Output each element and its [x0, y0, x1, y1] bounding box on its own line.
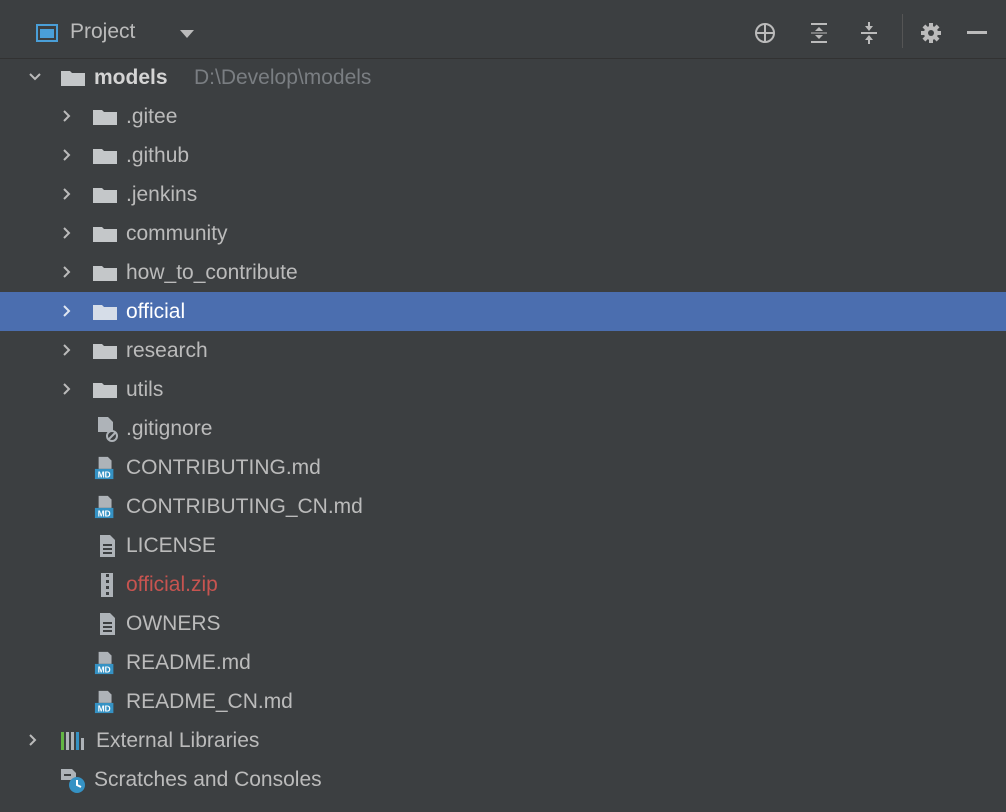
tree-item-label: OWNERS [126, 612, 221, 635]
tree-row-folder[interactable]: utils [0, 370, 1006, 409]
tree-item-label: .github [126, 144, 190, 167]
tree-item-label: research [126, 339, 208, 362]
chevron-down-icon[interactable] [28, 58, 42, 97]
folder-icon [93, 188, 117, 203]
folder-icon [93, 383, 117, 398]
tree-item-label: README_CN.md [126, 690, 293, 713]
folder-icon [93, 110, 117, 125]
tree-row-file[interactable]: .gitignore [0, 409, 1006, 448]
chevron-right-icon[interactable] [26, 721, 40, 760]
svg-text:MD: MD [98, 704, 111, 714]
folder-icon [93, 227, 117, 242]
text-file-icon [100, 535, 115, 557]
tree-row-root[interactable]: models D:\Develop\models [0, 58, 1006, 97]
text-file-icon [100, 613, 115, 635]
chevron-right-icon[interactable] [60, 253, 74, 292]
root-folder-name: models [94, 66, 168, 89]
tree-row-folder[interactable]: .gitee [0, 97, 1006, 136]
chevron-right-icon[interactable] [60, 175, 74, 214]
settings-button[interactable] [914, 16, 948, 50]
markdown-file-icon: MD [94, 495, 114, 519]
markdown-file-icon: MD [94, 651, 114, 675]
markdown-file-icon: MD [94, 456, 114, 480]
hide-button[interactable] [960, 16, 994, 50]
select-opened-file-button[interactable] [748, 16, 782, 50]
tree-item-label: .gitee [126, 105, 178, 128]
tree-row-file[interactable]: MD README.md [0, 643, 1006, 682]
tree-row-folder[interactable]: research [0, 331, 1006, 370]
tree-row-folder-selected[interactable]: official [0, 292, 1006, 331]
folder-icon [93, 305, 117, 320]
chevron-right-icon[interactable] [60, 370, 74, 409]
folder-icon [61, 71, 85, 86]
tree-item-label: CONTRIBUTING_CN.md [126, 495, 363, 518]
svg-text:MD: MD [98, 470, 111, 480]
folder-icon [93, 149, 117, 164]
tree-row-file[interactable]: MD CONTRIBUTING.md [0, 448, 1006, 487]
chevron-right-icon[interactable] [60, 214, 74, 253]
chevron-right-icon[interactable] [60, 136, 74, 175]
libraries-icon [61, 732, 84, 750]
tree-row-external-libraries[interactable]: External Libraries [0, 721, 1006, 760]
chevron-right-icon[interactable] [60, 331, 74, 370]
tree-row-folder[interactable]: .jenkins [0, 175, 1006, 214]
root-folder-path: D:\Develop\models [194, 66, 372, 89]
tree-item-label: how_to_contribute [126, 261, 298, 284]
collapse-all-icon [861, 22, 877, 44]
project-view-title[interactable]: Project [70, 20, 135, 44]
tree-item-label: CONTRIBUTING.md [126, 456, 321, 479]
svg-text:MD: MD [98, 665, 111, 675]
chevron-right-icon[interactable] [60, 97, 74, 136]
tree-row-scratches[interactable]: Scratches and Consoles [0, 760, 1006, 799]
expand-all-icon [811, 23, 827, 43]
tree-item-label: utils [126, 378, 164, 401]
tree-item-label: LICENSE [126, 534, 216, 557]
crosshair-icon [755, 23, 775, 43]
markdown-file-icon: MD [94, 690, 114, 714]
tree-row-file[interactable]: LICENSE [0, 526, 1006, 565]
gear-icon [921, 23, 941, 43]
tree-item-label: Scratches and Consoles [94, 768, 322, 791]
collapse-all-button[interactable] [852, 16, 886, 50]
gitignore-file-icon [98, 417, 118, 442]
tree-row-file[interactable]: MD README_CN.md [0, 682, 1006, 721]
tree-row-file[interactable]: OWNERS [0, 604, 1006, 643]
folder-icon [93, 344, 117, 359]
tree-item-label: official [126, 300, 186, 323]
tree-item-label: official.zip [126, 573, 218, 596]
expand-all-button[interactable] [802, 16, 836, 50]
tree-item-label: External Libraries [96, 729, 260, 752]
tree-row-file[interactable]: official.zip [0, 565, 1006, 604]
scratches-icon [61, 769, 85, 793]
view-selector-dropdown-icon[interactable] [180, 30, 194, 38]
tree-row-file[interactable]: MD CONTRIBUTING_CN.md [0, 487, 1006, 526]
toolbar-separator [902, 14, 903, 48]
project-toolbar: Project [0, 0, 1006, 59]
tree-row-folder[interactable]: how_to_contribute [0, 253, 1006, 292]
folder-icon [93, 266, 117, 281]
tree-item-label: .jenkins [126, 183, 198, 206]
project-view-icon [36, 24, 58, 42]
chevron-right-icon[interactable] [60, 292, 74, 331]
tree-item-label: .gitignore [126, 417, 213, 440]
minimize-icon [967, 31, 987, 34]
tree-row-folder[interactable]: community [0, 214, 1006, 253]
tree-item-label: README.md [126, 651, 251, 674]
svg-text:MD: MD [98, 509, 111, 519]
project-tree: models D:\Develop\models .gitee .github … [0, 58, 1006, 799]
tree-row-folder[interactable]: .github [0, 136, 1006, 175]
zip-file-icon [101, 573, 113, 597]
tree-item-label: community [126, 222, 228, 245]
tree-item-label: models [94, 58, 168, 97]
